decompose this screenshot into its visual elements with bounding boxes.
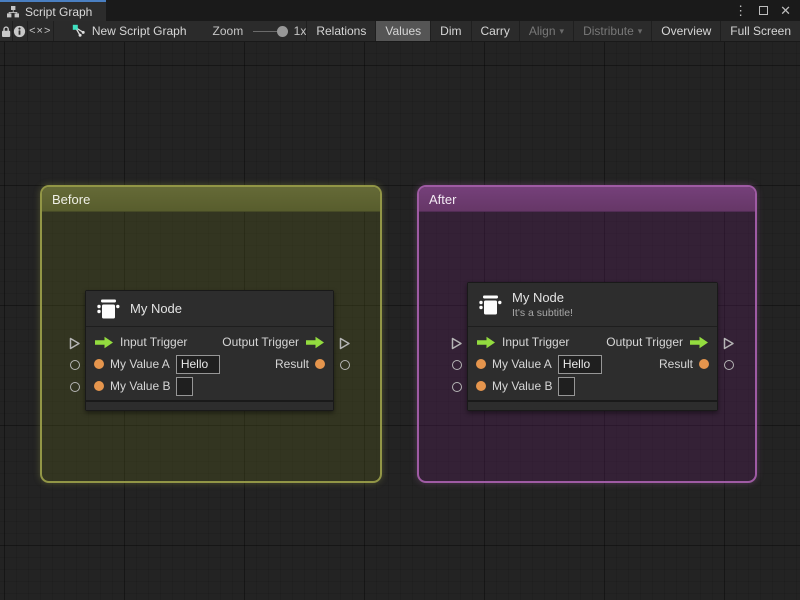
dim-button[interactable]: Dim (430, 21, 470, 41)
carry-button[interactable]: Carry (470, 21, 519, 41)
value-port-outer[interactable] (70, 360, 80, 370)
tab-bar: Script Graph ⋮ ✕ (0, 0, 800, 21)
value-b-input[interactable] (558, 376, 576, 396)
node-footer (468, 402, 717, 410)
graph-canvas[interactable]: Before After My Node Input Trigger Outpu… (0, 42, 800, 600)
result-port[interactable]: Result (275, 357, 325, 371)
lock-button[interactable] (0, 21, 13, 41)
input-trigger-port[interactable]: Input Trigger (94, 335, 187, 349)
output-trigger-port[interactable]: Output Trigger (222, 335, 325, 349)
zoom-label: Zoom (212, 24, 244, 38)
group-after-label: After (429, 191, 457, 207)
node-title: My Node (512, 290, 565, 305)
node-header[interactable]: My Node (86, 291, 333, 327)
zoom-value: 1x (293, 24, 307, 38)
overview-button[interactable]: Overview (651, 21, 720, 41)
value-port-icon (476, 381, 486, 391)
info-button[interactable] (13, 21, 28, 41)
relations-button[interactable]: Relations (306, 21, 375, 41)
group-before-header[interactable]: Before (42, 187, 380, 212)
distribute-dropdown[interactable]: Distribute ▾ (573, 21, 651, 41)
script-graph-window: Script Graph ⋮ ✕ <×> New Script Graph Zo… (0, 0, 800, 600)
node-footer (86, 402, 333, 410)
node-title: My Node (130, 301, 183, 316)
menu-icon[interactable]: ⋮ (734, 4, 747, 17)
value-port-outer[interactable] (70, 382, 80, 392)
node-header[interactable]: My Node It's a subtitle! (468, 283, 717, 327)
group-after-header[interactable]: After (419, 187, 755, 212)
value-port-icon (476, 359, 486, 369)
fullscreen-button[interactable]: Full Screen (720, 21, 800, 41)
flow-port-outer[interactable] (339, 337, 351, 350)
flow-port-outer[interactable] (451, 337, 463, 350)
value-a-port[interactable]: My Value A (476, 354, 602, 374)
tab-title: Script Graph (25, 4, 93, 19)
lock-icon (0, 25, 12, 38)
values-button[interactable]: Values (375, 21, 431, 41)
code-view-button[interactable]: <×> (28, 21, 54, 41)
graph-hierarchy-icon (6, 5, 20, 18)
maximize-icon[interactable] (759, 4, 769, 17)
input-trigger-port[interactable]: Input Trigger (476, 335, 569, 349)
zoom-slider-handle[interactable] (276, 25, 288, 37)
unit-icon (95, 296, 121, 322)
value-port-outer[interactable] (452, 360, 462, 370)
flow-arrow-icon (94, 336, 114, 349)
graph-name-label: New Script Graph (91, 24, 187, 38)
value-port-icon (94, 381, 104, 391)
unit-icon (477, 292, 503, 318)
graph-toolbar: <×> New Script Graph Zoom 1x Relations V… (0, 21, 800, 42)
script-graph-icon (72, 24, 86, 38)
value-port-outer[interactable] (452, 382, 462, 392)
value-a-input[interactable] (175, 354, 220, 374)
graph-name-button[interactable]: New Script Graph (72, 24, 187, 38)
value-port-icon (699, 359, 709, 369)
value-a-input[interactable] (557, 354, 602, 374)
flow-arrow-icon (689, 336, 709, 349)
chevron-down-icon: ▾ (559, 25, 565, 36)
window-controls: ⋮ ✕ (734, 0, 800, 21)
value-port-outer[interactable] (340, 360, 350, 370)
node-body: Input Trigger Output Trigger My Value A … (468, 327, 717, 400)
node-after[interactable]: My Node It's a subtitle! Input Trigger O… (467, 282, 718, 411)
flow-arrow-icon (305, 336, 325, 349)
flow-port-outer[interactable] (69, 337, 81, 350)
value-port-outer[interactable] (724, 360, 734, 370)
align-dropdown[interactable]: Align ▾ (518, 21, 573, 41)
flow-port-outer[interactable] (723, 337, 735, 350)
value-b-port[interactable]: My Value B (476, 376, 576, 396)
chevron-down-icon: ▾ (637, 25, 643, 36)
flow-arrow-icon (476, 336, 496, 349)
group-before-label: Before (52, 191, 91, 207)
node-before[interactable]: My Node Input Trigger Output Trigger My … (85, 290, 334, 411)
value-a-port[interactable]: My Value A (94, 354, 220, 374)
toolbar-toggle-group: Relations Values Dim Carry Align ▾ Distr… (306, 21, 800, 41)
value-port-icon (315, 359, 325, 369)
code-icon: <×> (29, 25, 52, 37)
value-port-icon (94, 359, 104, 369)
tab-script-graph[interactable]: Script Graph (0, 0, 107, 21)
output-trigger-port[interactable]: Output Trigger (606, 335, 709, 349)
close-icon[interactable]: ✕ (780, 4, 791, 17)
value-b-port[interactable]: My Value B (94, 376, 194, 396)
result-port[interactable]: Result (659, 357, 709, 371)
value-b-input[interactable] (176, 376, 194, 396)
node-subtitle: It's a subtitle! (512, 307, 573, 319)
zoom-slider[interactable] (253, 21, 288, 42)
node-body: Input Trigger Output Trigger My Value A … (86, 327, 333, 400)
info-icon (13, 25, 26, 38)
